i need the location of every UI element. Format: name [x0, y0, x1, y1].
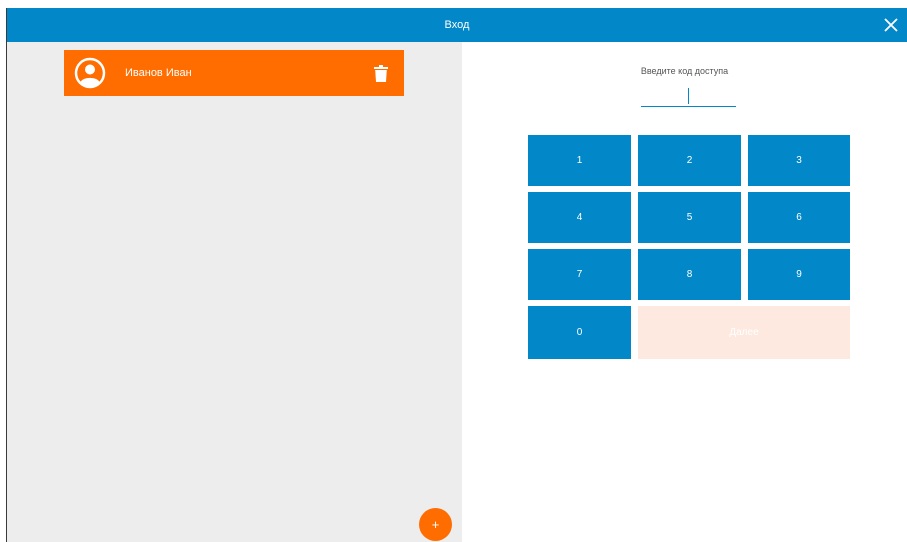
close-button[interactable] [879, 13, 903, 37]
key-2[interactable]: 2 [638, 135, 741, 186]
key-5[interactable]: 5 [638, 192, 741, 243]
add-user-button[interactable]: + [419, 508, 452, 541]
user-card[interactable]: Иванов Иван [64, 50, 404, 96]
key-1[interactable]: 1 [528, 135, 631, 186]
trash-icon [374, 64, 388, 82]
close-icon [884, 18, 898, 32]
key-4[interactable]: 4 [528, 192, 631, 243]
key-9[interactable]: 9 [748, 249, 850, 300]
key-8[interactable]: 8 [638, 249, 741, 300]
delete-user-button[interactable] [370, 62, 392, 84]
next-button[interactable]: Далее [638, 306, 850, 359]
user-avatar-icon [74, 57, 106, 89]
pin-entry-panel: Введите код доступа 1 2 3 4 5 6 7 8 9 0 … [462, 42, 907, 542]
user-name: Иванов Иван [125, 67, 192, 79]
title-bar: Вход [7, 8, 907, 42]
window-title: Вход [444, 19, 470, 31]
key-0[interactable]: 0 [528, 306, 631, 359]
key-6[interactable]: 6 [748, 192, 850, 243]
input-caret [688, 88, 689, 104]
key-3[interactable]: 3 [748, 135, 850, 186]
login-window: Вход Иванов Иван + Введите код доступа 1… [6, 8, 907, 542]
access-code-prompt: Введите код доступа [640, 66, 729, 76]
key-7[interactable]: 7 [528, 249, 631, 300]
user-list-panel: Иванов Иван + [7, 42, 462, 542]
